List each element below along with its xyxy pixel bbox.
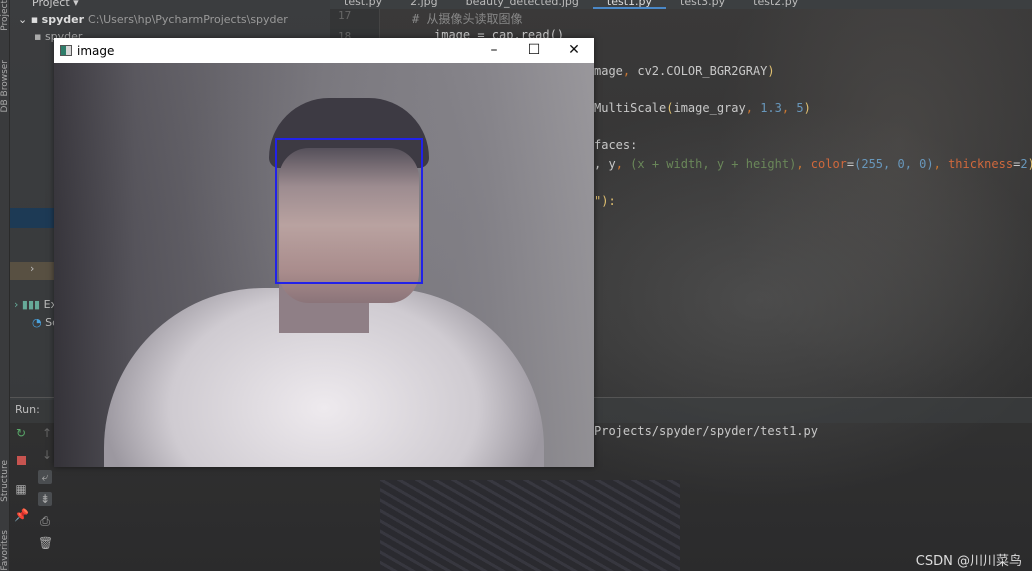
- maximize-button[interactable]: ☐: [514, 38, 554, 63]
- folder-icon: ▪: [34, 30, 45, 43]
- run-label: Run:: [15, 403, 40, 416]
- tab-test3-py[interactable]: test3.py: [666, 0, 739, 9]
- tab-2-jpg[interactable]: 2.jpg: [396, 0, 452, 9]
- console-output: Projects/spyder/spyder/test1.py: [594, 424, 818, 438]
- chevron-right-icon: ›: [30, 262, 35, 275]
- db-browser-tool-tab[interactable]: DB Browser: [0, 60, 10, 112]
- scroll-to-end-icon[interactable]: ⇟: [38, 492, 52, 506]
- pin-icon[interactable]: 📌: [14, 508, 29, 522]
- tab-beauty-detected-jpg[interactable]: beauty_detected.jpg: [452, 0, 593, 9]
- left-tool-strip: Project DB Browser Structure Favorites: [0, 0, 10, 571]
- root-folder-name: spyder: [41, 13, 85, 26]
- tab-test-py[interactable]: test.py: [330, 0, 396, 9]
- project-view-selector[interactable]: Project ▾: [10, 0, 79, 9]
- tree-root[interactable]: ⌄ ▪ spyder C:\Users\hp\PycharmProjects\sp…: [18, 13, 288, 26]
- background-pattern: [380, 480, 680, 571]
- code-line-cvtcolor[interactable]: mage, cv2.COLOR_BGR2GRAY): [594, 64, 775, 78]
- favorites-tool-tab[interactable]: Favorites: [0, 530, 10, 571]
- code-line-detect[interactable]: MultiScale(image_gray, 1.3, 5): [594, 101, 811, 115]
- stop-icon[interactable]: [17, 456, 26, 465]
- window-titlebar[interactable]: image – ☐ ✕: [54, 38, 594, 63]
- app-icon: [60, 45, 72, 56]
- code-line-for[interactable]: faces:: [594, 138, 637, 152]
- window-title: image: [77, 43, 115, 58]
- root-folder-path: C:\Users\hp\PycharmProjects\spyder: [88, 13, 288, 26]
- tab-test1-py[interactable]: test1.py: [592, 0, 667, 9]
- layout-icon[interactable]: ▦: [14, 482, 28, 496]
- watermark: CSDN @川川菜鸟: [915, 554, 1022, 569]
- camera-frame: [54, 63, 594, 467]
- scratches-icon: ◔: [32, 316, 42, 329]
- line-number: 17: [338, 9, 352, 22]
- trash-icon[interactable]: 🗑: [38, 536, 53, 550]
- editor-tabs: test.py 2.jpg beauty_detected.jpg test1.…: [330, 0, 1032, 9]
- tree-row-folder[interactable]: ›: [10, 262, 55, 280]
- arrow-up-icon[interactable]: ↑: [40, 426, 54, 440]
- code-line-rectangle[interactable]: , y, (x + width, y + height), color=(255…: [594, 157, 1032, 171]
- code-line-end[interactable]: "):: [594, 194, 616, 208]
- minimize-button[interactable]: –: [474, 38, 514, 63]
- rerun-icon[interactable]: ↻: [14, 426, 28, 440]
- face-detection-box: [275, 138, 423, 284]
- project-tool-tab[interactable]: Project: [0, 0, 10, 31]
- soft-wrap-icon[interactable]: ⤶: [38, 470, 52, 484]
- structure-tool-tab[interactable]: Structure: [0, 460, 10, 502]
- opencv-image-window: image – ☐ ✕: [54, 38, 594, 467]
- project-header: Project: [32, 0, 70, 9]
- close-button[interactable]: ✕: [554, 38, 594, 63]
- tree-row-external-libraries[interactable]: › ▮▮▮ Ex: [14, 298, 57, 311]
- code-comment: # 从摄像头读取图像: [412, 12, 523, 26]
- tab-test2-py[interactable]: test2.py: [739, 0, 812, 9]
- chevron-down-icon: ⌄ ▪: [18, 13, 39, 26]
- libraries-icon: › ▮▮▮: [14, 298, 41, 311]
- selected-tree-row[interactable]: [10, 208, 55, 228]
- arrow-down-icon[interactable]: ↓: [40, 448, 54, 462]
- print-icon[interactable]: ⎙: [38, 514, 52, 528]
